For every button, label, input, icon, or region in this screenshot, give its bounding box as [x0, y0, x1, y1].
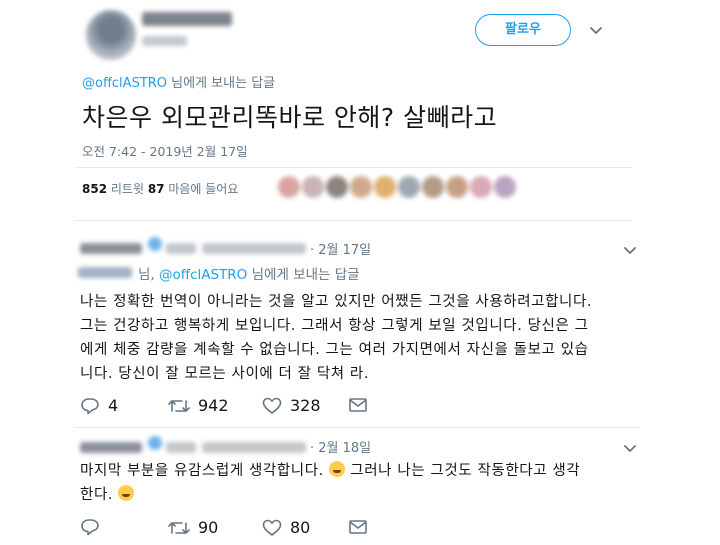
- like-count: 80: [290, 518, 311, 537]
- liker-avatar[interactable]: [494, 176, 516, 198]
- chevron-down-icon[interactable]: [588, 22, 604, 38]
- reply-author-name-blurred[interactable]: [80, 442, 142, 453]
- retweet-button[interactable]: 942: [168, 396, 229, 415]
- like-count: 87: [147, 182, 165, 196]
- like-count: 328: [290, 396, 321, 415]
- heart-icon: [262, 519, 282, 536]
- direct-message-button[interactable]: [348, 396, 368, 414]
- reply-author-name-blurred: [166, 243, 196, 254]
- divider: [74, 427, 640, 428]
- liker-avatar[interactable]: [398, 176, 420, 198]
- retweet-count: 852: [82, 182, 108, 196]
- reply-to-suffix: 님에게 보내는 답글: [247, 267, 360, 283]
- tweet-text: 차은우 외모관리똑바로 안해? 살빼라고: [82, 103, 498, 132]
- mention-link[interactable]: @offclASTRO: [82, 76, 167, 91]
- like-button[interactable]: 328: [262, 396, 321, 415]
- heart-icon: [262, 397, 282, 414]
- author-handle-blurred: [142, 36, 187, 46]
- chevron-down-icon[interactable]: [622, 242, 638, 258]
- liker-avatar[interactable]: [470, 176, 492, 198]
- reply-date[interactable]: · 2월 18일: [310, 437, 371, 456]
- retweet-icon: [168, 399, 190, 412]
- reply-author-handle-blurred: [202, 243, 306, 254]
- verified-icon: [148, 436, 162, 450]
- like-button[interactable]: 80: [262, 518, 310, 537]
- message-icon: [349, 520, 367, 534]
- reply-context-label: 님에게 보내는 답글: [167, 76, 276, 91]
- liker-avatar[interactable]: [326, 176, 348, 198]
- retweet-count: 942: [198, 396, 229, 415]
- author-avatar[interactable]: [86, 10, 136, 60]
- tweet-timestamp[interactable]: 오전 7:42 - 2019년 2월 17일: [82, 141, 248, 160]
- author-name-blurred[interactable]: [142, 12, 232, 26]
- reply-text-line: 니다. 당신이 잘 모르는 사이에 더 잘 닥쳐 라.: [80, 366, 370, 382]
- liker-avatar[interactable]: [446, 176, 468, 198]
- reply-author-name-blurred[interactable]: [80, 243, 142, 254]
- grinning-sweat-emoji-icon: [329, 461, 346, 477]
- retweet-label: 리트윗: [107, 182, 148, 196]
- liker-avatars[interactable]: [278, 176, 516, 198]
- reply-button[interactable]: 4: [80, 396, 118, 415]
- reply-text-part: 한다.: [80, 487, 119, 503]
- reply-text-line: 마지막 부분을 유감스럽게 생각합니다. 그러나 나는 그것도 작동한다고 생각: [80, 459, 580, 480]
- reply-text-line: 에게 체중 감량을 계속할 수 없습니다. 그는 여러 가지면에서 자신을 돌보…: [80, 342, 589, 358]
- retweet-count: 90: [198, 518, 219, 537]
- like-label: 마음에 들어요: [164, 182, 239, 196]
- liker-avatar[interactable]: [422, 176, 444, 198]
- direct-message-button[interactable]: [348, 518, 368, 536]
- tears-of-joy-emoji-icon: [118, 485, 135, 501]
- retweet-icon: [168, 521, 190, 534]
- liker-avatar[interactable]: [350, 176, 372, 198]
- reply-date[interactable]: · 2월 17일: [310, 239, 371, 258]
- divider: [74, 220, 632, 221]
- liker-avatar[interactable]: [302, 176, 324, 198]
- engagement-stats[interactable]: 852 리트윗 87 마음에 들어요: [82, 180, 238, 197]
- reply-count: 4: [108, 396, 119, 415]
- reply-icon: [81, 519, 99, 536]
- verified-icon: [148, 237, 162, 251]
- reply-button[interactable]: [80, 518, 108, 536]
- liker-avatar[interactable]: [278, 176, 300, 198]
- reply-to-context: 님, @offclASTRO 님에게 보내는 답글: [138, 263, 360, 283]
- replying-to-user-blurred[interactable]: [78, 267, 132, 278]
- liker-avatar[interactable]: [374, 176, 396, 198]
- reply-author-name-blurred: [166, 442, 196, 453]
- reply-context: @offclASTRO 님에게 보내는 답글: [82, 72, 275, 91]
- reply-text-line: 그는 건강하고 행복하게 보입니다. 그래서 항상 그렇게 보일 것입니다. 당…: [80, 318, 589, 334]
- reply-icon: [81, 397, 99, 414]
- reply-author-handle-blurred: [202, 442, 306, 453]
- mention-link[interactable]: @offclASTRO: [159, 267, 247, 283]
- reply-text-line: 나는 정확한 번역이 아니라는 것을 알고 있지만 어쨌든 그것을 사용하려고합…: [80, 294, 593, 310]
- reply-to-prefix: 님,: [138, 267, 160, 283]
- reply-text-part: 그러나 나는 그것도 작동한다고 생각: [345, 463, 581, 479]
- follow-button[interactable]: 팔로우: [475, 14, 571, 46]
- reply-text-line: 한다.: [80, 483, 135, 504]
- chevron-down-icon[interactable]: [622, 440, 638, 456]
- message-icon: [349, 398, 367, 412]
- divider: [74, 167, 632, 168]
- retweet-button[interactable]: 90: [168, 518, 218, 537]
- reply-text-part: 마지막 부분을 유감스럽게 생각합니다.: [80, 463, 330, 479]
